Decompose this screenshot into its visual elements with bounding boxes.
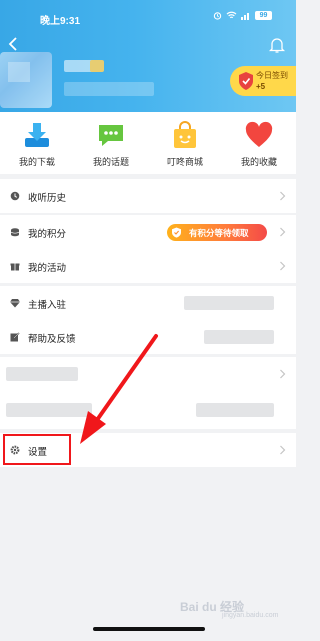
quick-action-label: 我的话题 [92, 157, 129, 167]
points-pending-badge[interactable]: 有积分等待领取 [167, 224, 267, 241]
quick-action-label: 我的收藏 [240, 157, 277, 167]
blurred-content [196, 403, 274, 417]
blurred-content [6, 367, 78, 381]
daily-signin-button[interactable]: 今日签到 +5 [230, 66, 296, 96]
alarm-icon [213, 12, 222, 20]
menu-item-points[interactable]: 我的积分 有积分等待领取 [0, 215, 296, 249]
coins-icon [10, 228, 20, 237]
menu-item-label: 主播入驻 [28, 300, 67, 311]
vip-badge-blurred [90, 60, 104, 72]
shield-icon [239, 72, 253, 90]
battery-icon: 99 [255, 11, 272, 20]
menu-item-blurred[interactable] [0, 393, 296, 427]
shield-icon [172, 227, 181, 238]
points-card: 我的积分 有积分等待领取 我的活动 [0, 215, 296, 283]
annotation-highlight-box [3, 434, 71, 465]
diamond-icon [10, 299, 20, 308]
back-icon[interactable] [6, 36, 22, 52]
blurred-content [184, 296, 274, 310]
menu-item-help[interactable]: 帮助及反馈 [0, 320, 296, 354]
download-icon [25, 123, 49, 147]
user-info-blurred [64, 82, 154, 96]
menu-item-label: 帮助及反馈 [28, 334, 76, 345]
chat-icon [99, 125, 123, 146]
blurred-content [6, 403, 92, 417]
shopping-bag-icon [174, 121, 196, 148]
profile-header: 晚上9:31 99 今日签到 +5 [0, 0, 296, 112]
home-indicator[interactable] [93, 627, 205, 631]
blurred-card [0, 357, 296, 429]
quick-actions-bar: 我的下载 我的话题 叮咚商城 我的收藏 [0, 112, 296, 174]
chevron-right-icon [280, 191, 286, 201]
quick-action-downloads[interactable]: 我的下载 [0, 112, 74, 174]
signin-label: 今日签到 [256, 71, 288, 80]
avatar[interactable] [0, 52, 52, 108]
heart-icon [245, 121, 273, 147]
quick-action-topics[interactable]: 我的话题 [74, 112, 148, 174]
menu-item-label: 我的积分 [28, 229, 67, 240]
clock-icon [10, 191, 20, 201]
quick-action-favorites[interactable]: 我的收藏 [222, 112, 296, 174]
status-bar: 晚上9:31 99 [0, 10, 296, 27]
chevron-right-icon [280, 227, 286, 237]
points-badge-label: 有积分等待领取 [189, 228, 249, 238]
blurred-content [204, 330, 274, 344]
chevron-right-icon [280, 445, 286, 455]
bell-icon[interactable] [268, 36, 286, 54]
service-card: 主播入驻 帮助及反馈 [0, 286, 296, 354]
history-card: 收听历史 [0, 179, 296, 213]
status-icons: 99 [213, 11, 272, 20]
quick-action-mall[interactable]: 叮咚商城 [148, 112, 222, 174]
edit-icon [10, 332, 20, 342]
signin-reward: +5 [256, 82, 266, 91]
quick-action-label: 我的下载 [18, 157, 55, 167]
menu-item-anchor[interactable]: 主播入驻 [0, 286, 296, 320]
menu-item-label: 收听历史 [28, 193, 67, 204]
gift-icon [10, 263, 20, 271]
menu-item-label: 我的活动 [28, 263, 67, 274]
menu-item-activities[interactable]: 我的活动 [0, 249, 296, 283]
chevron-right-icon [280, 369, 286, 379]
signal-icon [241, 13, 249, 20]
status-time: 晚上9:31 [40, 16, 81, 27]
quick-action-label: 叮咚商城 [166, 157, 203, 167]
menu-item-blurred[interactable] [0, 357, 296, 391]
watermark-url: jingyan.baidu.com [222, 612, 279, 619]
menu-item-history[interactable]: 收听历史 [0, 179, 296, 213]
chevron-right-icon [280, 261, 286, 271]
wifi-icon [226, 11, 237, 19]
